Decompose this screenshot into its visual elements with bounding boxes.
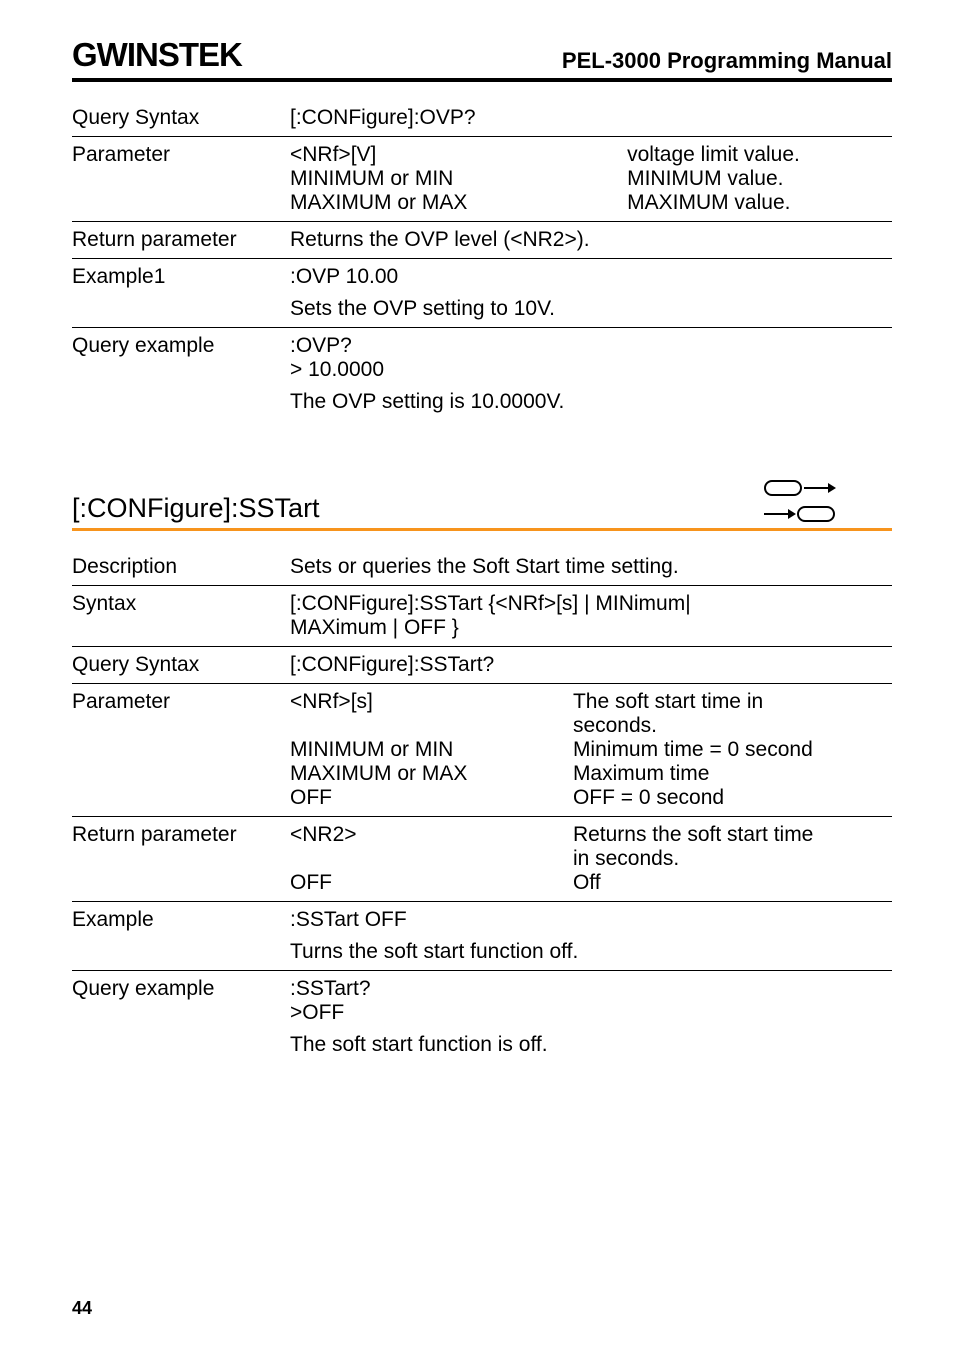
param-right: MINIMUM value. <box>627 167 892 191</box>
param-right: voltage limit value. <box>627 143 892 167</box>
retparam-left: OFF <box>290 871 573 895</box>
param-left: MINIMUM or MIN <box>290 738 573 762</box>
query-example-l2: > 10.0000 <box>290 358 892 382</box>
param-right: MAXIMUM value. <box>627 191 892 215</box>
param-left: MAXIMUM or MAX <box>290 191 627 215</box>
query-example-l2: >OFF <box>290 1001 892 1025</box>
description-value: Sets or queries the Soft Start time sett… <box>290 549 892 585</box>
query-example-label: Query example <box>72 971 290 1007</box>
page-number: 44 <box>72 1298 92 1319</box>
return-param-label: Return parameter <box>72 222 290 258</box>
param-right: OFF = 0 second <box>573 786 892 810</box>
retparam-left: <NR2> <box>290 823 573 871</box>
command-type-icons <box>764 478 892 524</box>
query-syntax-value: [:CONFigure]:SSTart? <box>290 647 892 683</box>
param-left: MAXIMUM or MAX <box>290 762 573 786</box>
query-example-label: Query example <box>72 328 290 364</box>
retparam-r1: Returns the soft start time <box>573 823 892 847</box>
query-example-l1: :SSTart? <box>290 977 892 1001</box>
param-r2: seconds. <box>573 714 892 738</box>
parameter-label: Parameter <box>72 684 290 720</box>
manual-title: PEL-3000 Programming Manual <box>562 48 892 74</box>
param-left: MINIMUM or MIN <box>290 167 627 191</box>
parameter-label: Parameter <box>72 137 290 173</box>
query-syntax-label: Query Syntax <box>72 100 290 136</box>
brand-logo: GWINSTEK <box>72 36 242 74</box>
param-left: <NRf>[s] <box>290 690 573 738</box>
retparam-right: Off <box>573 871 892 895</box>
query-syntax-label: Query Syntax <box>72 647 290 683</box>
retparam-r2: in seconds. <box>573 847 892 871</box>
param-r1: The soft start time in <box>573 690 892 714</box>
return-param-label: Return parameter <box>72 817 290 853</box>
page-header: GWINSTEK PEL-3000 Programming Manual <box>72 36 892 82</box>
sstart-title: [:CONFigure]:SSTart <box>72 493 320 524</box>
description-label: Description <box>72 549 290 585</box>
example-value: :SSTart OFF <box>290 908 892 932</box>
query-example-l1: :OVP? <box>290 334 892 358</box>
example1-note: Sets the OVP setting to 10V. <box>290 297 892 321</box>
sstart-section: Description Sets or queries the Soft Sta… <box>72 549 892 1063</box>
set-icon <box>764 478 836 498</box>
example1-value: :OVP 10.00 <box>290 265 892 289</box>
param-right: Minimum time = 0 second <box>573 738 892 762</box>
syntax-label: Syntax <box>72 586 290 622</box>
param-right: Maximum time <box>573 762 892 786</box>
syntax-l2: MAXimum | OFF } <box>290 616 892 640</box>
return-param-value: Returns the OVP level (<NR2>). <box>290 222 892 258</box>
example1-label: Example1 <box>72 259 290 295</box>
query-syntax-value: [:CONFigure]:OVP? <box>290 100 892 136</box>
query-icon <box>764 504 836 524</box>
sstart-heading-row: [:CONFigure]:SSTart <box>72 478 892 531</box>
param-left: OFF <box>290 786 573 810</box>
query-example-note: The OVP setting is 10.0000V. <box>290 390 892 414</box>
example-note: Turns the soft start function off. <box>290 940 892 964</box>
ovp-section: Query Syntax [:CONFigure]:OVP? Parameter… <box>72 100 892 420</box>
param-left: <NRf>[V] <box>290 143 627 167</box>
syntax-l1: [:CONFigure]:SSTart {<NRf>[s] | MINimum| <box>290 592 892 616</box>
query-example-note: The soft start function is off. <box>290 1033 892 1057</box>
example-label: Example <box>72 902 290 938</box>
